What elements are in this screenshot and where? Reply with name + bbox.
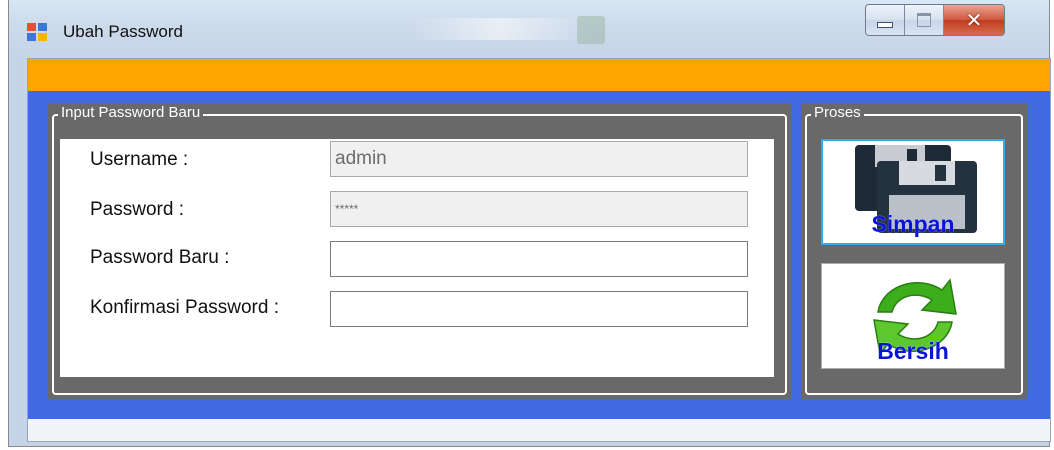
- group-legend: Input Password Baru: [58, 103, 204, 123]
- new-password-field[interactable]: [330, 241, 748, 277]
- input-panel: Username : Password : Password Baru : Ko…: [60, 139, 774, 377]
- save-button-label: Simpan: [871, 211, 955, 237]
- group-legend: Proses: [811, 103, 864, 123]
- save-button[interactable]: Simpan: [821, 139, 1005, 245]
- password-field[interactable]: [330, 191, 748, 227]
- minimize-button[interactable]: [866, 5, 905, 35]
- background-glare-icon: [577, 16, 605, 44]
- background-glare: [409, 18, 589, 40]
- app-window-icon: [27, 23, 47, 41]
- clear-button-label: Bersih: [877, 338, 949, 364]
- close-button[interactable]: ✕: [944, 5, 1004, 35]
- caption-buttons: ✕: [865, 4, 1005, 36]
- new-password-label: Password Baru :: [90, 247, 230, 268]
- header-bar: [28, 59, 1050, 91]
- form-panel: Input Password Baru Username : Password …: [28, 91, 1050, 419]
- maximize-icon: [917, 13, 931, 27]
- confirm-password-field[interactable]: [330, 291, 748, 327]
- close-icon: ✕: [965, 8, 983, 32]
- status-strip: [28, 419, 1050, 441]
- password-label: Password :: [90, 199, 184, 220]
- confirm-password-label: Konfirmasi Password :: [90, 297, 280, 318]
- title-bar[interactable]: Ubah Password ✕: [9, 0, 1049, 56]
- maximize-button[interactable]: [905, 5, 944, 35]
- minimize-icon: [877, 22, 893, 28]
- username-label: Username :: [90, 149, 189, 170]
- clear-button[interactable]: Bersih: [821, 263, 1005, 369]
- form-client-area: Input Password Baru Username : Password …: [27, 58, 1051, 442]
- dialog-window: Ubah Password ✕ Input Password Baru User…: [8, 0, 1051, 447]
- input-password-group: Input Password Baru Username : Password …: [48, 103, 791, 399]
- proses-group: Proses Simpan Bersih: [801, 103, 1027, 399]
- window-title: Ubah Password: [63, 22, 184, 41]
- username-field[interactable]: [330, 141, 748, 177]
